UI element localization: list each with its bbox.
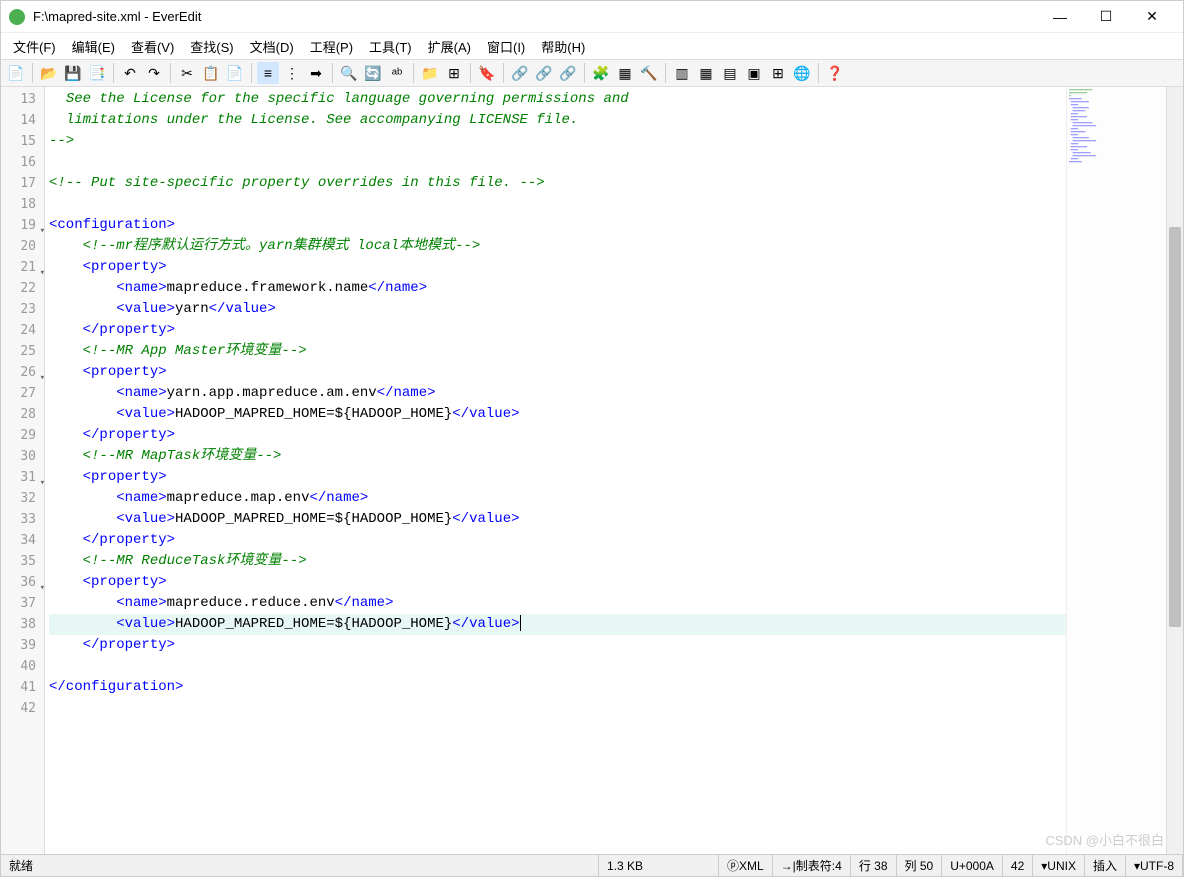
terminal-icon[interactable]: ▦ (614, 62, 636, 84)
bookmark-icon[interactable]: 🔖 (476, 62, 498, 84)
paste-icon[interactable]: 📄 (224, 62, 246, 84)
replace-icon[interactable]: 🔄 (362, 62, 384, 84)
status-encoding[interactable]: ▾ UTF-8 (1126, 855, 1183, 876)
titlebar: F:\mapred-site.xml - EverEdit — ☐ ✕ (1, 1, 1183, 33)
browser-icon[interactable]: 🌐 (791, 62, 813, 84)
menu-window[interactable]: 窗口(I) (479, 34, 533, 59)
link3-icon[interactable]: 🔗 (557, 62, 579, 84)
maximize-button[interactable]: ☐ (1083, 2, 1129, 32)
status-line: 行 38 (851, 855, 897, 876)
copy-icon[interactable]: 📋 (200, 62, 222, 84)
grid-icon[interactable]: ⊞ (767, 62, 789, 84)
open-icon[interactable]: 📂 (38, 62, 60, 84)
menu-help[interactable]: 帮助(H) (533, 34, 593, 59)
menu-view[interactable]: 查看(V) (123, 34, 182, 59)
plugin-icon[interactable]: 🧩 (590, 62, 612, 84)
window4-icon[interactable]: ▣ (743, 62, 765, 84)
status-col: 列 50 (897, 855, 943, 876)
menu-edit[interactable]: 编辑(E) (64, 34, 123, 59)
menu-tools[interactable]: 工具(T) (361, 34, 420, 59)
line-gutter[interactable]: 13141516171819▾2021▾2223242526▾272829303… (1, 87, 45, 854)
status-unicode: U+000A (942, 855, 1003, 876)
undo-icon[interactable]: ↶ (119, 62, 141, 84)
menu-project[interactable]: 工程(P) (302, 34, 361, 59)
menu-search[interactable]: 查找(S) (182, 34, 241, 59)
link2-icon[interactable]: 🔗 (533, 62, 555, 84)
status-num: 42 (1003, 855, 1033, 876)
status-ready: 就绪 (1, 855, 599, 876)
cut-icon[interactable]: ✂ (176, 62, 198, 84)
minimize-button[interactable]: — (1037, 2, 1083, 32)
minimap[interactable]: ━━━━━━━━━━━━━━━━━━━━━━━━ ━━━━━━━ ━━━━━━━… (1066, 87, 1166, 854)
find-files-icon[interactable]: ᵃᵇ (386, 62, 408, 84)
help-icon[interactable]: ❓ (824, 62, 846, 84)
folder-icon[interactable]: 📁 (419, 62, 441, 84)
save-all-icon[interactable]: 📑 (86, 62, 108, 84)
close-button[interactable]: ✕ (1129, 2, 1175, 32)
find-icon[interactable]: 🔍 (338, 62, 360, 84)
status-lang[interactable]: ⓟ XML (719, 855, 773, 876)
editor-area: 13141516171819▾2021▾2223242526▾272829303… (1, 87, 1183, 854)
status-tabs[interactable]: →| 制表符:4 (773, 855, 851, 876)
indent-icon[interactable]: ➡ (305, 62, 327, 84)
window3-icon[interactable]: ▤ (719, 62, 741, 84)
window2-icon[interactable]: ▦ (695, 62, 717, 84)
code-editor[interactable]: See the License for the specific languag… (45, 87, 1066, 854)
scroll-thumb[interactable] (1169, 227, 1181, 627)
build-icon[interactable]: 🔨 (638, 62, 660, 84)
menu-extend[interactable]: 扩展(A) (420, 34, 479, 59)
save-icon[interactable]: 💾 (62, 62, 84, 84)
menubar: 文件(F) 编辑(E) 查看(V) 查找(S) 文档(D) 工程(P) 工具(T… (1, 33, 1183, 59)
toolbar: 📄 📂 💾 📑 ↶ ↷ ✂ 📋 📄 ≡ ⋮ ➡ 🔍 🔄 ᵃᵇ 📁 ⊞ 🔖 🔗 🔗… (1, 59, 1183, 87)
status-os[interactable]: ▾ UNIX (1033, 855, 1085, 876)
redo-icon[interactable]: ↷ (143, 62, 165, 84)
app-icon (9, 9, 25, 25)
link1-icon[interactable]: 🔗 (509, 62, 531, 84)
whitespace-icon[interactable]: ⋮ (281, 62, 303, 84)
menu-document[interactable]: 文档(D) (242, 34, 302, 59)
window1-icon[interactable]: ▥ (671, 62, 693, 84)
tree-icon[interactable]: ⊞ (443, 62, 465, 84)
watermark: CSDN @小白不很白 (1045, 830, 1164, 849)
status-size: 1.3 KB (599, 855, 719, 876)
menu-file[interactable]: 文件(F) (5, 34, 64, 59)
wordwrap-icon[interactable]: ≡ (257, 62, 279, 84)
status-mode[interactable]: 插入 (1085, 855, 1126, 876)
statusbar: 就绪 1.3 KB ⓟ XML →| 制表符:4 行 38 列 50 U+000… (1, 854, 1183, 876)
vertical-scrollbar[interactable] (1166, 87, 1183, 854)
new-file-icon[interactable]: 📄 (5, 62, 27, 84)
window-title: F:\mapred-site.xml - EverEdit (33, 9, 1037, 24)
